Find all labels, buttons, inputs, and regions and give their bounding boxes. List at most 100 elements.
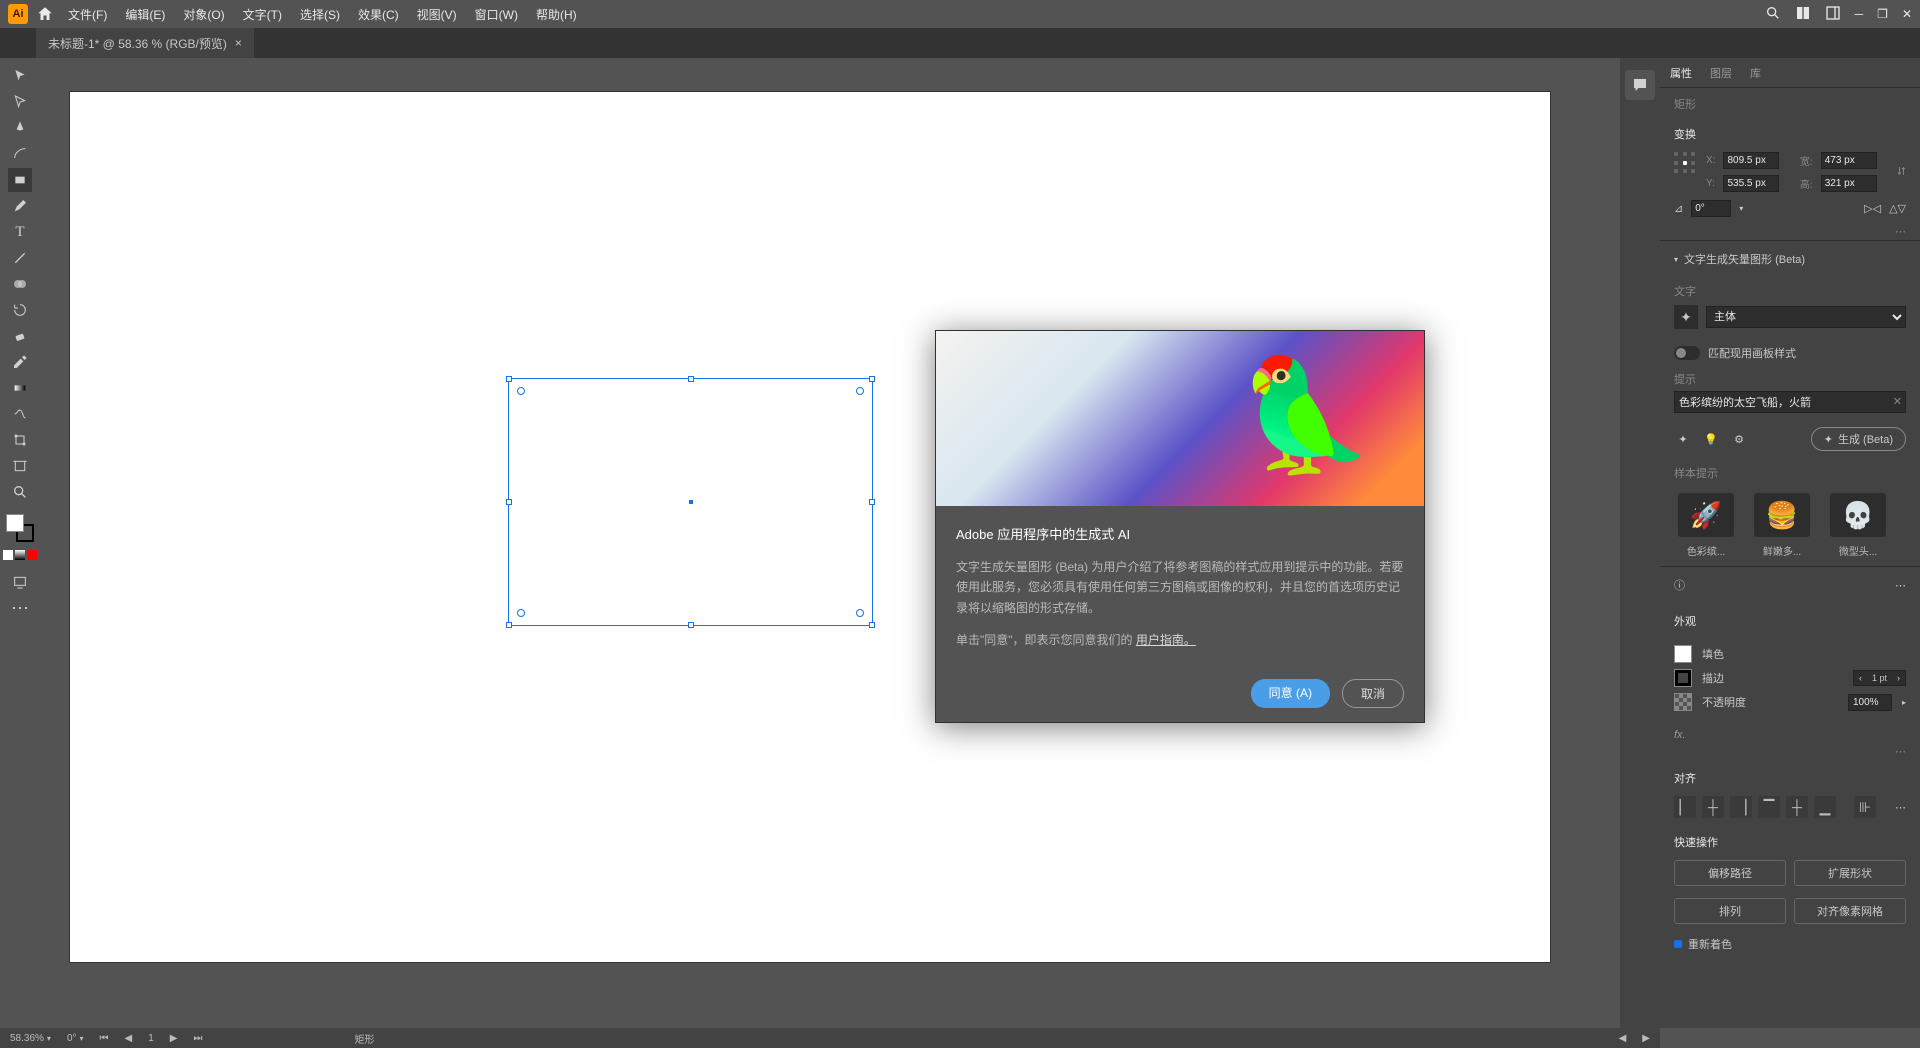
align-top-icon[interactable]: ▔ xyxy=(1758,796,1780,818)
artboard-tool-icon[interactable] xyxy=(8,454,32,478)
pixel-align-button[interactable]: 对齐像素网格 xyxy=(1794,898,1906,924)
menu-view[interactable]: 视图(V) xyxy=(417,6,457,23)
match-style-toggle[interactable] xyxy=(1674,346,1700,360)
info-icon[interactable]: ⓘ xyxy=(1674,577,1685,593)
height-input[interactable] xyxy=(1821,175,1877,192)
paintbrush-tool-icon[interactable] xyxy=(8,194,32,218)
rectangle-tool-icon[interactable] xyxy=(8,168,32,192)
color-mode-icons[interactable] xyxy=(3,550,37,560)
menu-edit[interactable]: 编辑(E) xyxy=(125,6,165,23)
fill-swatch[interactable] xyxy=(1674,645,1692,663)
opacity-input[interactable] xyxy=(1848,694,1892,711)
zoom-tool-icon[interactable] xyxy=(8,480,32,504)
sample-prompt-1[interactable]: 🚀 色彩缤... xyxy=(1674,493,1738,558)
align-left-icon[interactable]: ▏ xyxy=(1674,796,1696,818)
flip-horizontal-icon[interactable]: ▷◁ xyxy=(1864,202,1881,215)
menu-effect[interactable]: 效果(C) xyxy=(358,6,399,23)
selection-tool-icon[interactable] xyxy=(8,64,32,88)
zoom-dropdown-icon[interactable]: ▾ xyxy=(47,1034,51,1043)
generate-button[interactable]: ✦ 生成 (Beta) xyxy=(1811,427,1906,451)
artboard-nav-next-icon[interactable]: ▶ xyxy=(170,1033,178,1044)
clear-prompt-icon[interactable]: ✕ xyxy=(1893,395,1902,408)
comments-icon[interactable] xyxy=(1625,70,1655,100)
close-icon[interactable]: ✕ xyxy=(1902,7,1912,21)
user-guide-link[interactable]: 用户指南。 xyxy=(1136,633,1196,647)
scroll-left-icon[interactable]: ◀ xyxy=(1619,1033,1627,1044)
type-tool-icon[interactable]: T xyxy=(8,220,32,244)
align-vcenter-icon[interactable]: ┼ xyxy=(1786,796,1808,818)
sample-prompt-3[interactable]: 💀 微型头... xyxy=(1826,493,1890,558)
selected-rectangle[interactable] xyxy=(508,378,873,626)
menu-object[interactable]: 对象(O) xyxy=(183,6,224,23)
free-transform-tool-icon[interactable] xyxy=(8,428,32,452)
eraser-tool-icon[interactable] xyxy=(8,324,32,348)
style-select[interactable]: 主体 xyxy=(1706,306,1906,328)
minimize-icon[interactable]: ─ xyxy=(1855,7,1864,21)
direct-selection-tool-icon[interactable] xyxy=(8,90,32,114)
maximize-icon[interactable]: ❐ xyxy=(1877,7,1888,21)
tab-layers[interactable]: 图层 xyxy=(1710,65,1732,81)
scroll-right-icon[interactable]: ▶ xyxy=(1642,1033,1650,1044)
fill-stroke-swatch[interactable] xyxy=(6,514,34,542)
agree-button[interactable]: 同意 (A) xyxy=(1251,679,1330,708)
edit-toolbar-icon[interactable]: ⋯ xyxy=(8,596,32,620)
align-hcenter-icon[interactable]: ┼ xyxy=(1702,796,1724,818)
gear-icon[interactable]: ⚙ xyxy=(1730,430,1748,448)
search-icon[interactable] xyxy=(1765,5,1781,24)
opacity-swatch[interactable] xyxy=(1674,693,1692,711)
tab-close-icon[interactable]: × xyxy=(235,36,242,50)
sample-prompt-2[interactable]: 🍔 鲜嫩多... xyxy=(1750,493,1814,558)
lightbulb-icon[interactable]: 💡 xyxy=(1702,430,1720,448)
x-input[interactable] xyxy=(1723,152,1779,169)
pen-tool-icon[interactable] xyxy=(8,116,32,140)
menu-file[interactable]: 文件(F) xyxy=(68,6,107,23)
link-dimensions-icon[interactable]: ⮃ xyxy=(1897,166,1906,179)
rotate-tool-icon[interactable] xyxy=(8,298,32,322)
menu-window[interactable]: 窗口(W) xyxy=(475,6,518,23)
appearance-more-icon[interactable]: ⋯ xyxy=(1660,743,1920,760)
opacity-dropdown-icon[interactable]: ▸ xyxy=(1902,698,1906,707)
variations-icon[interactable]: ✦ xyxy=(1674,430,1692,448)
rotate-value[interactable]: 0° xyxy=(67,1033,77,1044)
menu-help[interactable]: 帮助(H) xyxy=(536,6,577,23)
gradient-tool-icon[interactable] xyxy=(8,376,32,400)
menu-select[interactable]: 选择(S) xyxy=(300,6,340,23)
distribute-icon[interactable]: ⊪ xyxy=(1854,796,1876,818)
section-more-icon[interactable]: ⋯ xyxy=(1895,579,1906,592)
cancel-button[interactable]: 取消 xyxy=(1342,679,1404,708)
artboard-nav-first-icon[interactable]: ⏮ xyxy=(100,1033,109,1044)
artboard-nav-prev-icon[interactable]: ◀ xyxy=(125,1033,133,1044)
shape-builder-tool-icon[interactable] xyxy=(8,272,32,296)
width-input[interactable] xyxy=(1821,152,1877,169)
zoom-value[interactable]: 58.36% xyxy=(10,1033,44,1044)
artboard-nav-last-icon[interactable]: ⏭ xyxy=(193,1033,202,1044)
screen-mode-icon[interactable] xyxy=(8,570,32,594)
y-input[interactable] xyxy=(1723,175,1779,192)
align-right-icon[interactable]: ▕ xyxy=(1730,796,1752,818)
text-to-vector-header[interactable]: ▾ 文字生成矢量图形 (Beta) xyxy=(1660,240,1920,277)
curvature-tool-icon[interactable] xyxy=(8,142,32,166)
arrange-windows-icon[interactable] xyxy=(1795,5,1811,24)
align-more-icon[interactable]: ⋯ xyxy=(1895,801,1906,814)
angle-input[interactable] xyxy=(1691,200,1731,217)
menu-type[interactable]: 文字(T) xyxy=(243,6,282,23)
prompt-input[interactable] xyxy=(1674,391,1906,413)
reference-point-grid[interactable] xyxy=(1674,152,1698,176)
artboard-index[interactable]: 1 xyxy=(148,1033,154,1044)
flip-vertical-icon[interactable]: △▽ xyxy=(1889,202,1906,215)
style-swatch-icon[interactable]: ✦ xyxy=(1674,305,1698,329)
width-tool-icon[interactable] xyxy=(8,402,32,426)
angle-dropdown-icon[interactable]: ▾ xyxy=(1739,204,1743,213)
offset-path-button[interactable]: 偏移路径 xyxy=(1674,860,1786,886)
workspace-icon[interactable] xyxy=(1825,5,1841,24)
tab-properties[interactable]: 属性 xyxy=(1670,65,1692,81)
document-tab[interactable]: 未标题-1* @ 58.36 % (RGB/预览) × xyxy=(36,28,254,58)
tab-libraries[interactable]: 库 xyxy=(1750,65,1761,81)
arrange-button[interactable]: 排列 xyxy=(1674,898,1786,924)
recolor-button[interactable]: 重新着色 xyxy=(1688,936,1732,952)
fx-label[interactable]: fx. xyxy=(1660,723,1920,743)
stroke-swatch[interactable] xyxy=(1674,669,1692,687)
eyedropper-tool-icon[interactable] xyxy=(8,350,32,374)
expand-shape-button[interactable]: 扩展形状 xyxy=(1794,860,1906,886)
transform-more-icon[interactable]: ⋯ xyxy=(1660,223,1920,240)
